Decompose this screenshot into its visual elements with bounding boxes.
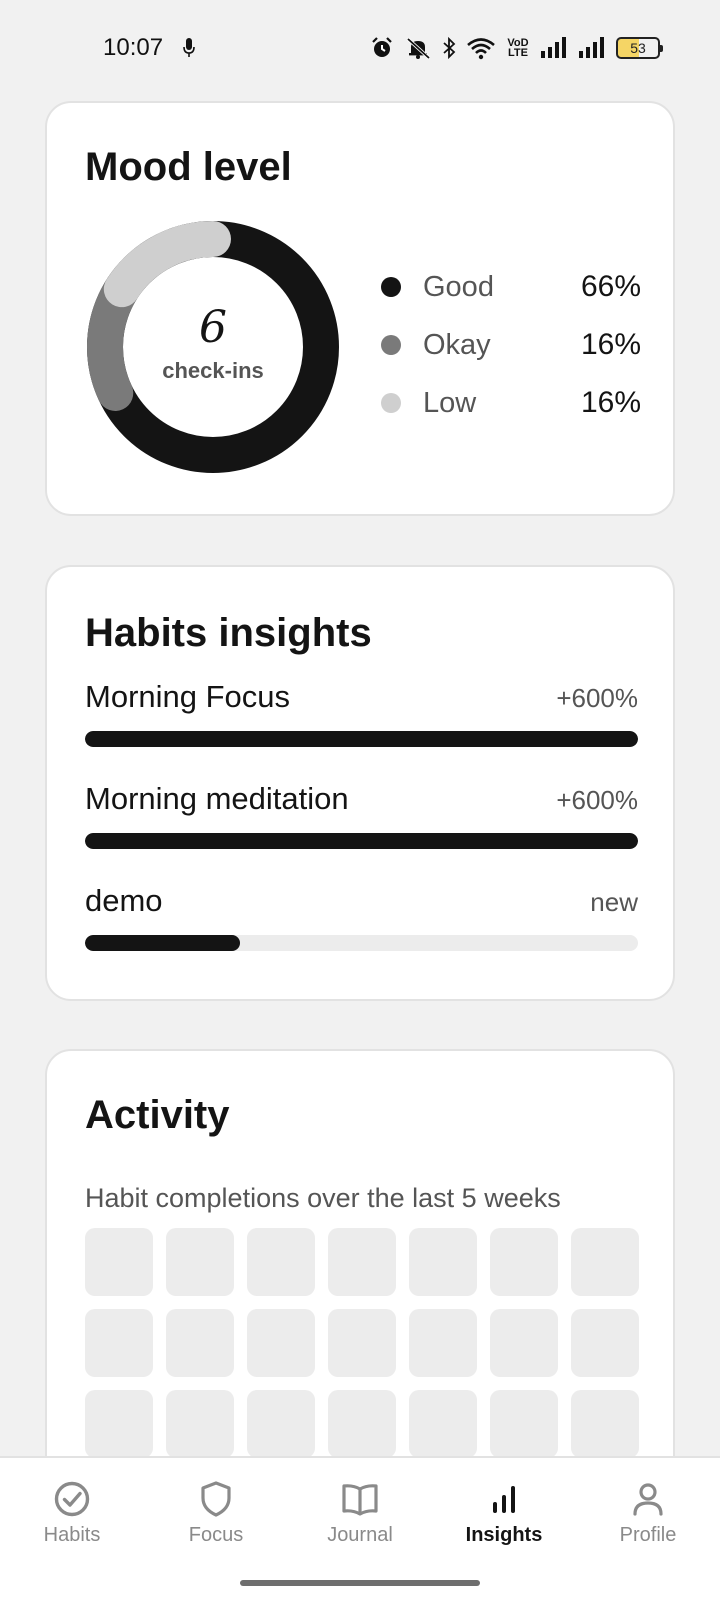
- alarm-icon: [372, 37, 392, 57]
- nav-label-focus: Focus: [188, 1524, 244, 1546]
- legend-dot: [381, 335, 401, 355]
- habit-progress-track: [85, 935, 638, 951]
- home-indicator: [240, 1580, 480, 1586]
- shield-icon: [201, 1481, 231, 1517]
- activity-cell: [328, 1228, 396, 1296]
- battery-level: 53: [630, 40, 646, 56]
- wifi-icon: [467, 38, 495, 60]
- activity-card: Activity Habit completions over the last…: [45, 1049, 675, 1519]
- bell-off-icon: [406, 37, 431, 60]
- legend-label: Low: [423, 386, 477, 419]
- nav-item-profile[interactable]: Profile: [576, 1480, 720, 1560]
- activity-cell: [85, 1309, 153, 1377]
- nav-label-insights: Insights: [465, 1524, 543, 1546]
- donut-center: 6 check-ins: [85, 219, 341, 475]
- activity-card-title: Activity: [85, 1093, 230, 1137]
- status-time: 10:07: [103, 34, 164, 61]
- nav-label-profile: Profile: [619, 1524, 677, 1546]
- activity-cell: [328, 1309, 396, 1377]
- signal-icon: [541, 37, 566, 58]
- legend-label: Okay: [423, 328, 491, 361]
- activity-cell: [571, 1309, 639, 1377]
- habit-progress-track: [85, 731, 638, 747]
- activity-cell: [328, 1390, 396, 1458]
- bar-chart-icon: [493, 1486, 515, 1513]
- legend-value: 16%: [580, 386, 641, 419]
- activity-cell: [490, 1390, 558, 1458]
- activity-cell: [85, 1228, 153, 1296]
- activity-cell: [409, 1309, 477, 1377]
- legend-dot: [381, 277, 401, 297]
- nav-label-habits: Habits: [43, 1524, 101, 1546]
- nav-label-journal: Journal: [327, 1524, 393, 1546]
- nav-item-focus[interactable]: Focus: [144, 1480, 288, 1560]
- check-circle-icon: [54, 1481, 90, 1517]
- signal-icon: [579, 37, 604, 58]
- mic-icon: [183, 38, 195, 57]
- activity-cell: [247, 1228, 315, 1296]
- legend-value: 66%: [580, 270, 641, 303]
- activity-cell: [571, 1228, 639, 1296]
- habit-item[interactable]: Morning meditation +600%: [85, 781, 638, 849]
- legend-row-good: Good 66%: [381, 267, 641, 307]
- habit-name: demo: [85, 883, 163, 918]
- status-icons: VoD LTE 53: [370, 34, 663, 62]
- activity-cell: [85, 1390, 153, 1458]
- activity-cell: [166, 1390, 234, 1458]
- habit-progress-fill: [85, 731, 638, 747]
- mood-card-title: Mood level: [85, 145, 292, 189]
- nav-item-insights[interactable]: Insights: [432, 1480, 576, 1560]
- legend-row-low: Low 16%: [381, 383, 641, 423]
- battery-icon: 53: [616, 37, 663, 59]
- legend-row-okay: Okay 16%: [381, 325, 641, 365]
- bottom-navigation: Habits Focus Journal Insights Profile: [0, 1456, 720, 1600]
- status-bar: 10:07 VoD LTE 53: [0, 0, 720, 96]
- habits-card-title: Habits insights: [85, 611, 372, 655]
- activity-cell: [166, 1309, 234, 1377]
- activity-cell: [247, 1390, 315, 1458]
- habit-item[interactable]: Morning Focus +600%: [85, 679, 638, 747]
- checkins-label: check-ins: [162, 358, 264, 383]
- bluetooth-icon: [443, 36, 456, 60]
- legend-dot: [381, 393, 401, 413]
- activity-subtitle: Habit completions over the last 5 weeks: [85, 1183, 561, 1213]
- legend-value: 16%: [580, 328, 641, 361]
- habit-name: Morning meditation: [85, 781, 349, 816]
- habit-item[interactable]: demo new: [85, 883, 638, 951]
- lte-icon: VoD LTE: [507, 37, 529, 59]
- mood-level-card: Mood level 6 check-ins Good 66% Okay 16%…: [45, 101, 675, 516]
- habit-progress-fill: [85, 935, 240, 951]
- activity-cell: [409, 1390, 477, 1458]
- habits-insights-card: Habits insights Morning Focus +600% Morn…: [45, 565, 675, 1001]
- habit-change: +600%: [556, 683, 638, 713]
- activity-cell: [247, 1309, 315, 1377]
- legend-label: Good: [423, 270, 494, 303]
- book-icon: [342, 1484, 378, 1516]
- habit-name: Morning Focus: [85, 679, 291, 714]
- activity-cell: [166, 1228, 234, 1296]
- habit-progress-fill: [85, 833, 638, 849]
- habit-change: +600%: [556, 785, 638, 815]
- nav-item-habits[interactable]: Habits: [0, 1480, 144, 1560]
- activity-cell: [409, 1228, 477, 1296]
- nav-item-journal[interactable]: Journal: [288, 1480, 432, 1560]
- activity-heatmap-grid: [85, 1228, 639, 1458]
- user-icon: [633, 1483, 663, 1516]
- activity-cell: [490, 1228, 558, 1296]
- habit-progress-track: [85, 833, 638, 849]
- habit-change: new: [590, 887, 638, 917]
- activity-cell: [571, 1390, 639, 1458]
- checkins-count: 6: [199, 302, 227, 353]
- activity-cell: [490, 1309, 558, 1377]
